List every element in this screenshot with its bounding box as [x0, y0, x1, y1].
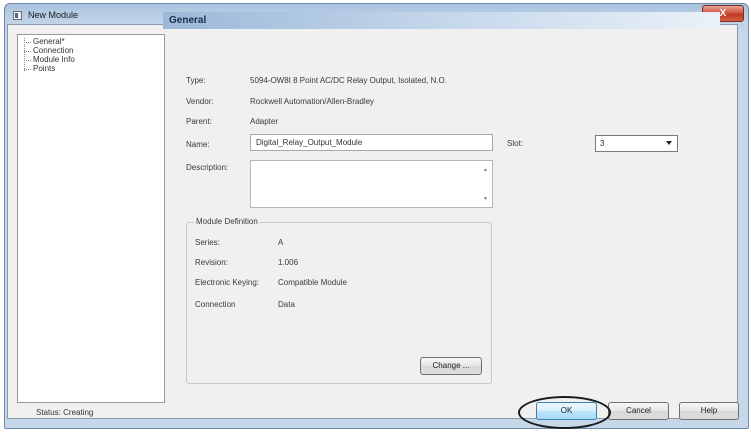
cancel-button[interactable]: Cancel [608, 402, 669, 420]
series-label: Series: [195, 238, 220, 247]
connection-label: Connection [195, 300, 236, 309]
vendor-value: Rockwell Automation/Allen-Bradley [250, 97, 375, 106]
scroll-up-icon[interactable]: ▲ [483, 167, 488, 173]
status-text: Status: Creating [36, 408, 94, 417]
vendor-label: Vendor: [186, 97, 214, 106]
connection-value: Data [278, 300, 295, 309]
type-value: 5094-OW8I 8 Point AC/DC Relay Output, Is… [250, 76, 447, 85]
tree-item-points[interactable]: Points [23, 64, 55, 74]
window-icon [13, 11, 22, 20]
slot-label: Slot: [507, 139, 524, 148]
revision-value: 1.006 [278, 258, 299, 267]
scroll-down-icon[interactable]: ▼ [483, 196, 488, 202]
general-section-header: General [163, 12, 720, 29]
change-button[interactable]: Change ... [420, 357, 482, 375]
help-button[interactable]: Help [679, 402, 739, 420]
name-label: Name: [186, 140, 210, 149]
window-title: New Module [28, 10, 79, 20]
parent-label: Parent: [186, 117, 212, 126]
description-textarea[interactable]: ▲ ▼ [250, 160, 493, 208]
chevron-down-icon [666, 141, 672, 145]
type-label: Type: [186, 76, 206, 85]
parent-value: Adapter [250, 117, 279, 126]
slot-dropdown[interactable]: 3 [595, 135, 678, 152]
name-input[interactable]: Digital_Relay_Output_Module [250, 134, 493, 151]
revision-label: Revision: [195, 258, 228, 267]
category-tree: General* Connection Module Info Points [17, 34, 165, 403]
series-value: A [278, 238, 284, 247]
electronic-keying-label: Electronic Keying: [195, 278, 260, 287]
module-definition-title: Module Definition [194, 217, 260, 226]
electronic-keying-value: Compatible Module [278, 278, 347, 287]
slot-selected-value: 3 [600, 139, 605, 148]
description-label: Description: [186, 163, 229, 172]
ok-highlight-circle [518, 396, 611, 429]
